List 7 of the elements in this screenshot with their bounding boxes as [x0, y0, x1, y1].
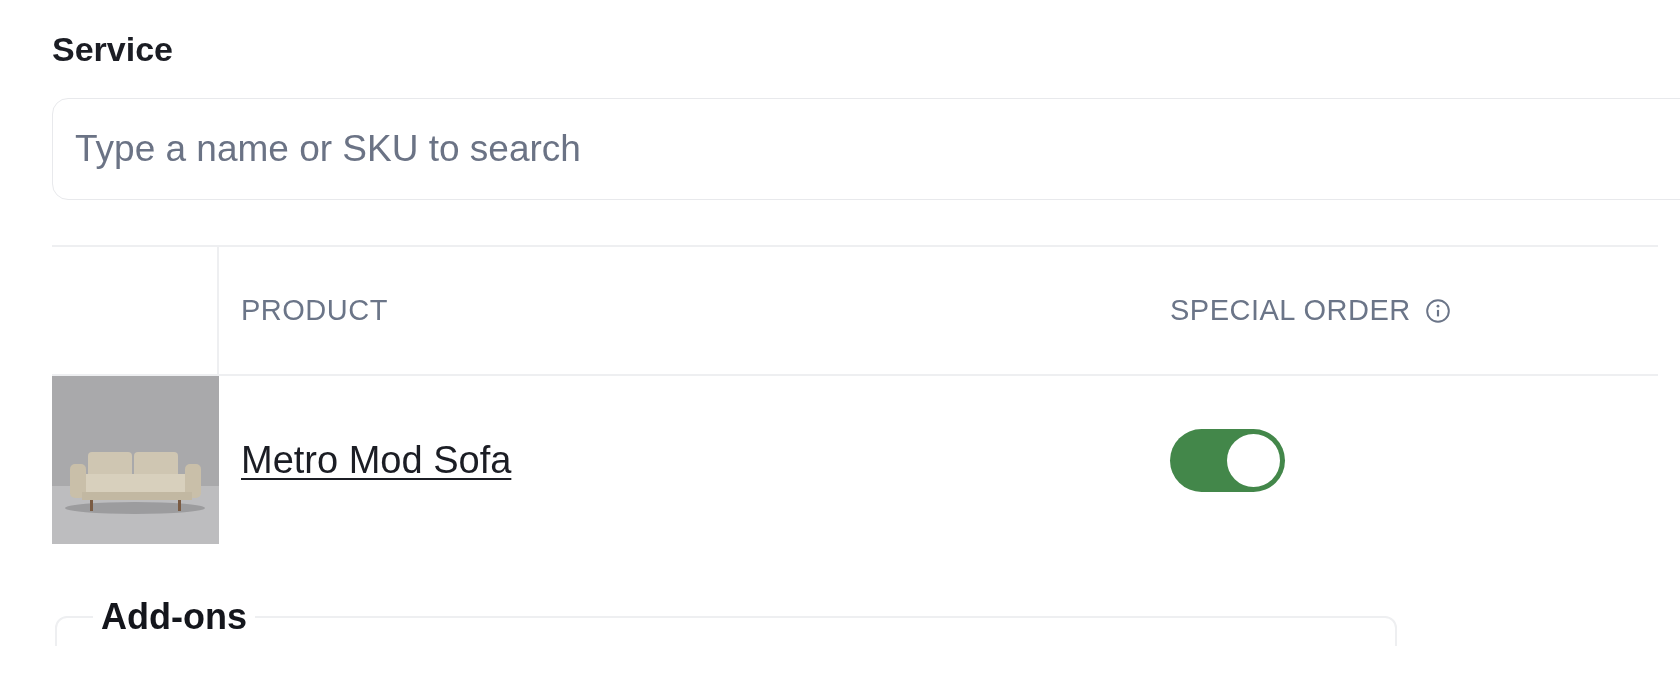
addons-legend: Add-ons [93, 596, 255, 638]
search-field[interactable]: Type a name or SKU to search [52, 98, 1680, 200]
section-label: Service [52, 31, 174, 67]
column-header: SPECIAL ORDER [1170, 294, 1411, 327]
info-icon[interactable] [1424, 297, 1451, 324]
product-link[interactable]: Metro Mod Sofa [241, 438, 512, 482]
column-header: PRODUCT [241, 294, 388, 327]
